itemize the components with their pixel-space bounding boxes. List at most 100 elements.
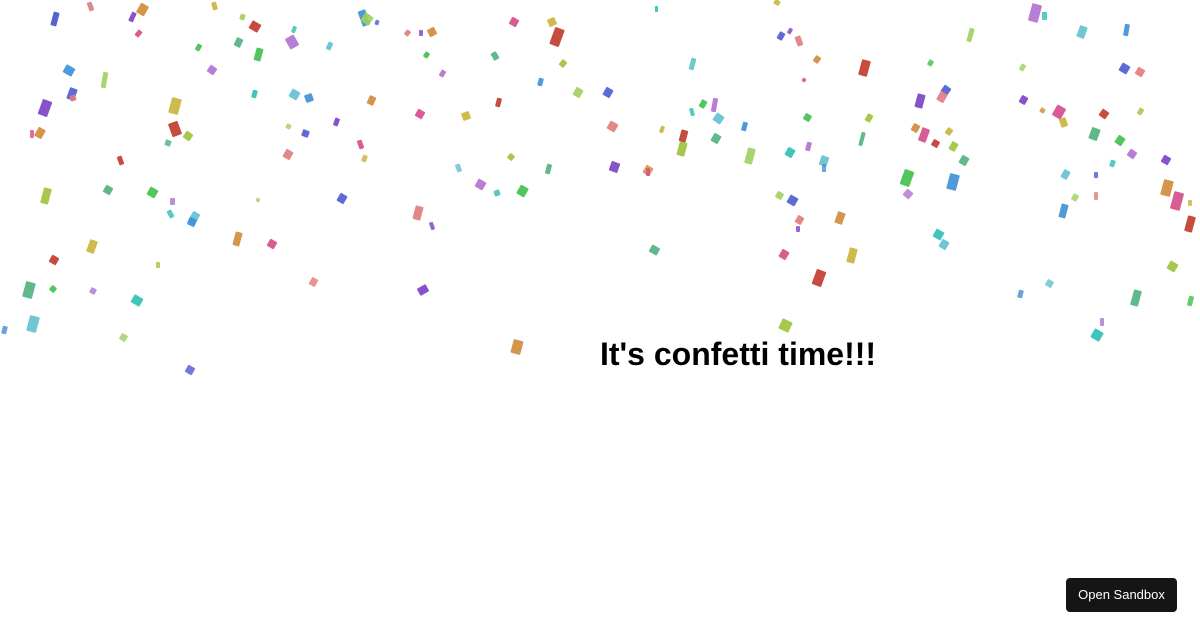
confetti-piece	[156, 262, 160, 268]
confetti-piece	[794, 35, 804, 47]
confetti-piece	[1044, 278, 1055, 289]
confetti-piece	[1100, 318, 1104, 326]
confetti-piece	[811, 268, 827, 288]
confetti-piece	[558, 58, 568, 69]
confetti-piece	[1090, 328, 1104, 342]
confetti-piece	[251, 89, 258, 99]
confetti-piece	[516, 184, 529, 198]
confetti-piece	[778, 318, 793, 333]
confetti-piece	[744, 147, 756, 165]
confetti-piece	[255, 197, 261, 203]
confetti-piece	[698, 99, 708, 109]
confetti-piece	[357, 9, 371, 27]
confetti-piece	[1118, 62, 1131, 75]
confetti-piece	[932, 228, 945, 241]
confetti-piece	[1018, 94, 1029, 106]
confetti-piece	[1058, 203, 1069, 219]
confetti-piece	[822, 164, 826, 172]
confetti-piece	[688, 57, 697, 71]
open-sandbox-button[interactable]: Open Sandbox	[1066, 578, 1177, 612]
confetti-piece	[419, 30, 423, 36]
confetti-piece	[602, 86, 614, 99]
confetti-piece	[454, 163, 463, 173]
confetti-piece	[1188, 200, 1192, 206]
confetti-piece	[658, 125, 666, 134]
confetti-piece	[948, 140, 959, 153]
confetti-piece	[940, 84, 952, 96]
confetti-piece	[1186, 295, 1195, 307]
confetti-piece	[818, 154, 830, 168]
confetti-piece	[864, 113, 874, 123]
confetti-piece	[794, 214, 805, 226]
confetti-piece	[1070, 192, 1080, 203]
confetti-piece	[194, 43, 203, 52]
confetti-piece	[88, 286, 98, 296]
confetti-piece	[22, 280, 36, 300]
confetti-piece	[332, 117, 341, 127]
confetti-piece	[360, 154, 369, 163]
confetti-piece	[1169, 191, 1185, 211]
confetti-piece	[1060, 168, 1071, 181]
confetti-piece	[426, 26, 438, 38]
confetti-piece	[1130, 289, 1142, 307]
confetti-piece	[301, 129, 310, 138]
confetti-piece	[34, 126, 46, 140]
confetti-piece	[926, 59, 935, 67]
confetti-piece	[549, 26, 565, 48]
confetti-piece	[1039, 107, 1046, 114]
confetti-piece	[537, 77, 544, 87]
confetti-piece	[858, 59, 871, 77]
confetti-piece	[325, 41, 334, 51]
confetti-piece	[40, 187, 52, 205]
confetti-piece	[678, 129, 689, 143]
confetti-piece	[946, 172, 960, 192]
confetti-piece	[285, 123, 292, 130]
confetti-piece	[1160, 154, 1172, 166]
confetti-piece	[184, 364, 196, 376]
confetti-piece	[510, 338, 524, 356]
confetti-piece	[1160, 178, 1174, 198]
confetti-piece	[1042, 12, 1047, 20]
confetti-piece	[1108, 159, 1117, 168]
confetti-piece	[37, 98, 53, 118]
confetti-piece	[1017, 289, 1024, 299]
confetti-piece	[938, 238, 950, 251]
confetti-piece	[167, 120, 183, 138]
confetti-piece	[802, 112, 813, 123]
confetti-piece	[118, 332, 129, 343]
confetti-piece	[86, 1, 95, 12]
confetti-piece	[1134, 66, 1146, 78]
confetti-piece	[930, 138, 941, 149]
confetti-piece	[1094, 192, 1098, 200]
confetti-piece	[572, 86, 584, 99]
confetti-piece	[266, 238, 278, 250]
confetti-piece	[374, 19, 380, 26]
confetti-piece	[116, 155, 125, 166]
confetti-piece	[774, 190, 785, 201]
confetti-piece	[544, 163, 553, 175]
confetti-piece	[546, 16, 558, 28]
confetti-piece	[689, 107, 695, 117]
confetti-piece	[902, 188, 914, 200]
confetti-piece	[187, 210, 201, 226]
confetti-piece	[100, 71, 109, 89]
confetti-piece	[62, 64, 76, 77]
page-headline: It's confetti time!!!	[600, 336, 877, 372]
confetti-piece	[917, 127, 931, 143]
confetti-piece	[642, 164, 654, 177]
confetti-piece	[936, 90, 948, 104]
confetti-piece	[1058, 117, 1069, 128]
confetti-piece	[493, 189, 501, 197]
confetti-piece	[712, 112, 725, 125]
confetti-piece	[134, 29, 143, 38]
confetti-piece	[676, 141, 688, 157]
confetti-piece	[494, 97, 503, 108]
confetti-piece	[412, 205, 424, 221]
confetti-piece	[86, 239, 98, 254]
confetti-piece	[182, 130, 194, 142]
confetti-piece	[366, 94, 377, 107]
confetti-piece	[910, 122, 921, 134]
confetti-piece	[786, 27, 794, 35]
confetti-piece	[166, 209, 175, 219]
confetti-piece	[966, 27, 975, 43]
